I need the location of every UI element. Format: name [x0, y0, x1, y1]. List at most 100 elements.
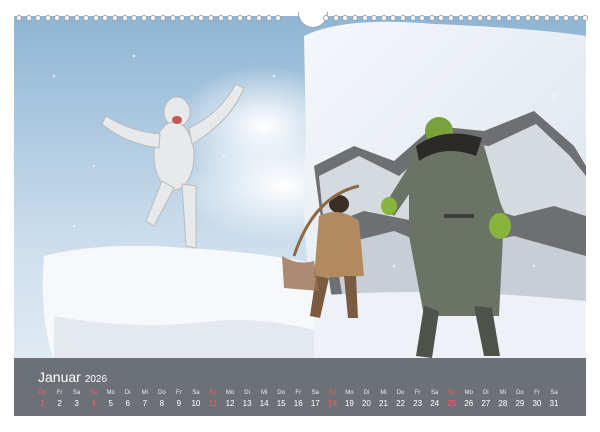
weekday-label: So [328, 390, 337, 396]
weekday-label: Mo [106, 390, 115, 396]
weekday-label: Mo [464, 390, 473, 396]
binding-hole [361, 15, 368, 21]
binding-hole [208, 15, 214, 21]
weekday-label: So [209, 390, 217, 396]
day-number: 24 [430, 399, 440, 408]
binding-hole [179, 15, 186, 21]
binding-hole [371, 15, 378, 21]
day-number: 12 [225, 399, 235, 408]
day-cell: Sa 10 [187, 389, 204, 411]
day-cell: Do 8 [153, 389, 170, 411]
day-number: 29 [515, 399, 525, 408]
day-number: 23 [413, 399, 423, 408]
weekday-label: So [448, 390, 456, 396]
weekday-label: Mi [141, 390, 148, 396]
day-cell: So 25 [443, 389, 460, 411]
binding-hole [54, 15, 61, 21]
day-number: 4 [91, 399, 96, 408]
day-number: 20 [361, 399, 371, 408]
binding-hole [438, 15, 445, 21]
day-number: 21 [379, 399, 388, 408]
weekday-label: Fr [176, 390, 182, 396]
day-number: 31 [549, 399, 559, 408]
binding-hole [534, 15, 541, 21]
day-number: 8 [159, 399, 165, 408]
weekday-label: Do [158, 390, 166, 396]
binding-hole [112, 15, 118, 21]
weekday-label: Mo [345, 390, 354, 396]
binding-hole [92, 15, 99, 21]
weekday-label: Di [244, 390, 250, 396]
day-cell: Do 29 [511, 389, 528, 411]
binding-hole [563, 15, 570, 21]
day-cell: Fr 16 [290, 389, 307, 411]
day-number: 13 [242, 399, 252, 408]
day-number: 15 [276, 399, 286, 408]
day-cell: Mi 14 [256, 389, 273, 411]
binding-hole [342, 15, 349, 21]
binding-hole [505, 15, 512, 21]
weekday-label: Do [277, 390, 286, 396]
day-number: 27 [481, 399, 491, 408]
spiral-binding-icon [14, 12, 589, 28]
day-cell: Sa 24 [426, 389, 443, 411]
weekday-label: Mi [380, 390, 387, 396]
binding-hole [131, 15, 138, 21]
binding-hole [16, 15, 22, 21]
day-cell: Di 6 [119, 389, 136, 411]
day-number: 5 [108, 399, 113, 408]
binding-hole [524, 15, 531, 21]
day-number: 9 [176, 399, 182, 408]
year-label: 2026 [84, 374, 108, 385]
weekday-label: Fr [414, 390, 421, 396]
binding-hole [496, 15, 502, 21]
binding-hole [457, 15, 464, 21]
day-number: 30 [532, 399, 542, 408]
day-cell: Di 27 [477, 389, 494, 411]
day-cell: Mo 5 [102, 389, 119, 411]
month-title: Januar 2026 [38, 369, 107, 385]
day-cell: Mi 21 [375, 389, 392, 411]
binding-hole [35, 15, 42, 21]
day-cell: Fr 9 [170, 389, 187, 411]
weekday-label: Di [363, 390, 370, 396]
binding-hole [428, 15, 435, 21]
binding-hole [83, 15, 90, 21]
weekday-label: Mo [225, 390, 235, 396]
binding-hole [515, 15, 522, 21]
binding-hole [400, 15, 406, 21]
day-cell: Sa 17 [307, 389, 324, 411]
day-cell: So 4 [85, 389, 102, 411]
day-cell: Mi 7 [136, 389, 153, 411]
weekday-label: Do [38, 390, 47, 396]
day-cell: So 18 [324, 389, 341, 411]
calendar-page: Januar 2026 Do 1 Fr 2 Sa 3 So 4 Mo 5 Di 6 Mi 7 Do 8 Fr 9 Sa… [0, 0, 600, 432]
binding-hole [352, 15, 358, 21]
binding-hole [265, 15, 272, 21]
day-number: 6 [125, 399, 130, 408]
day-cell: Mo 26 [460, 389, 477, 411]
binding-hole [380, 15, 387, 21]
day-number: 11 [208, 399, 218, 408]
day-cell: Di 20 [358, 389, 375, 411]
calendar-strip: Januar 2026 Do 1 Fr 2 Sa 3 So 4 Mo 5 Di 6 Mi 7 Do 8 Fr 9 Sa… [14, 358, 586, 416]
binding-hole [476, 15, 483, 21]
weekday-label: Sa [311, 390, 319, 396]
binding-hole [544, 15, 550, 21]
weekday-label: Fr [295, 390, 302, 396]
binding-hole [169, 15, 176, 21]
weekday-label: Fr [534, 390, 540, 396]
day-number: 16 [293, 399, 303, 408]
day-number: 17 [310, 399, 320, 408]
binding-hole [448, 15, 454, 21]
day-cell: Mo 19 [341, 389, 358, 411]
binding-hole [236, 15, 243, 21]
binding-hole [409, 15, 416, 21]
weekday-label: Mi [260, 390, 268, 396]
day-cell: Mo 12 [222, 389, 239, 411]
day-cell: Sa 3 [68, 389, 85, 411]
weekday-label: Sa [72, 390, 81, 396]
day-number: 3 [74, 399, 79, 408]
day-row: Do 1 Fr 2 Sa 3 So 4 Mo 5 Di 6 Mi 7 Do 8 Fr 9 Sa 10 So 11 Mo 12 D… [14, 389, 586, 415]
day-number: 18 [327, 399, 337, 408]
